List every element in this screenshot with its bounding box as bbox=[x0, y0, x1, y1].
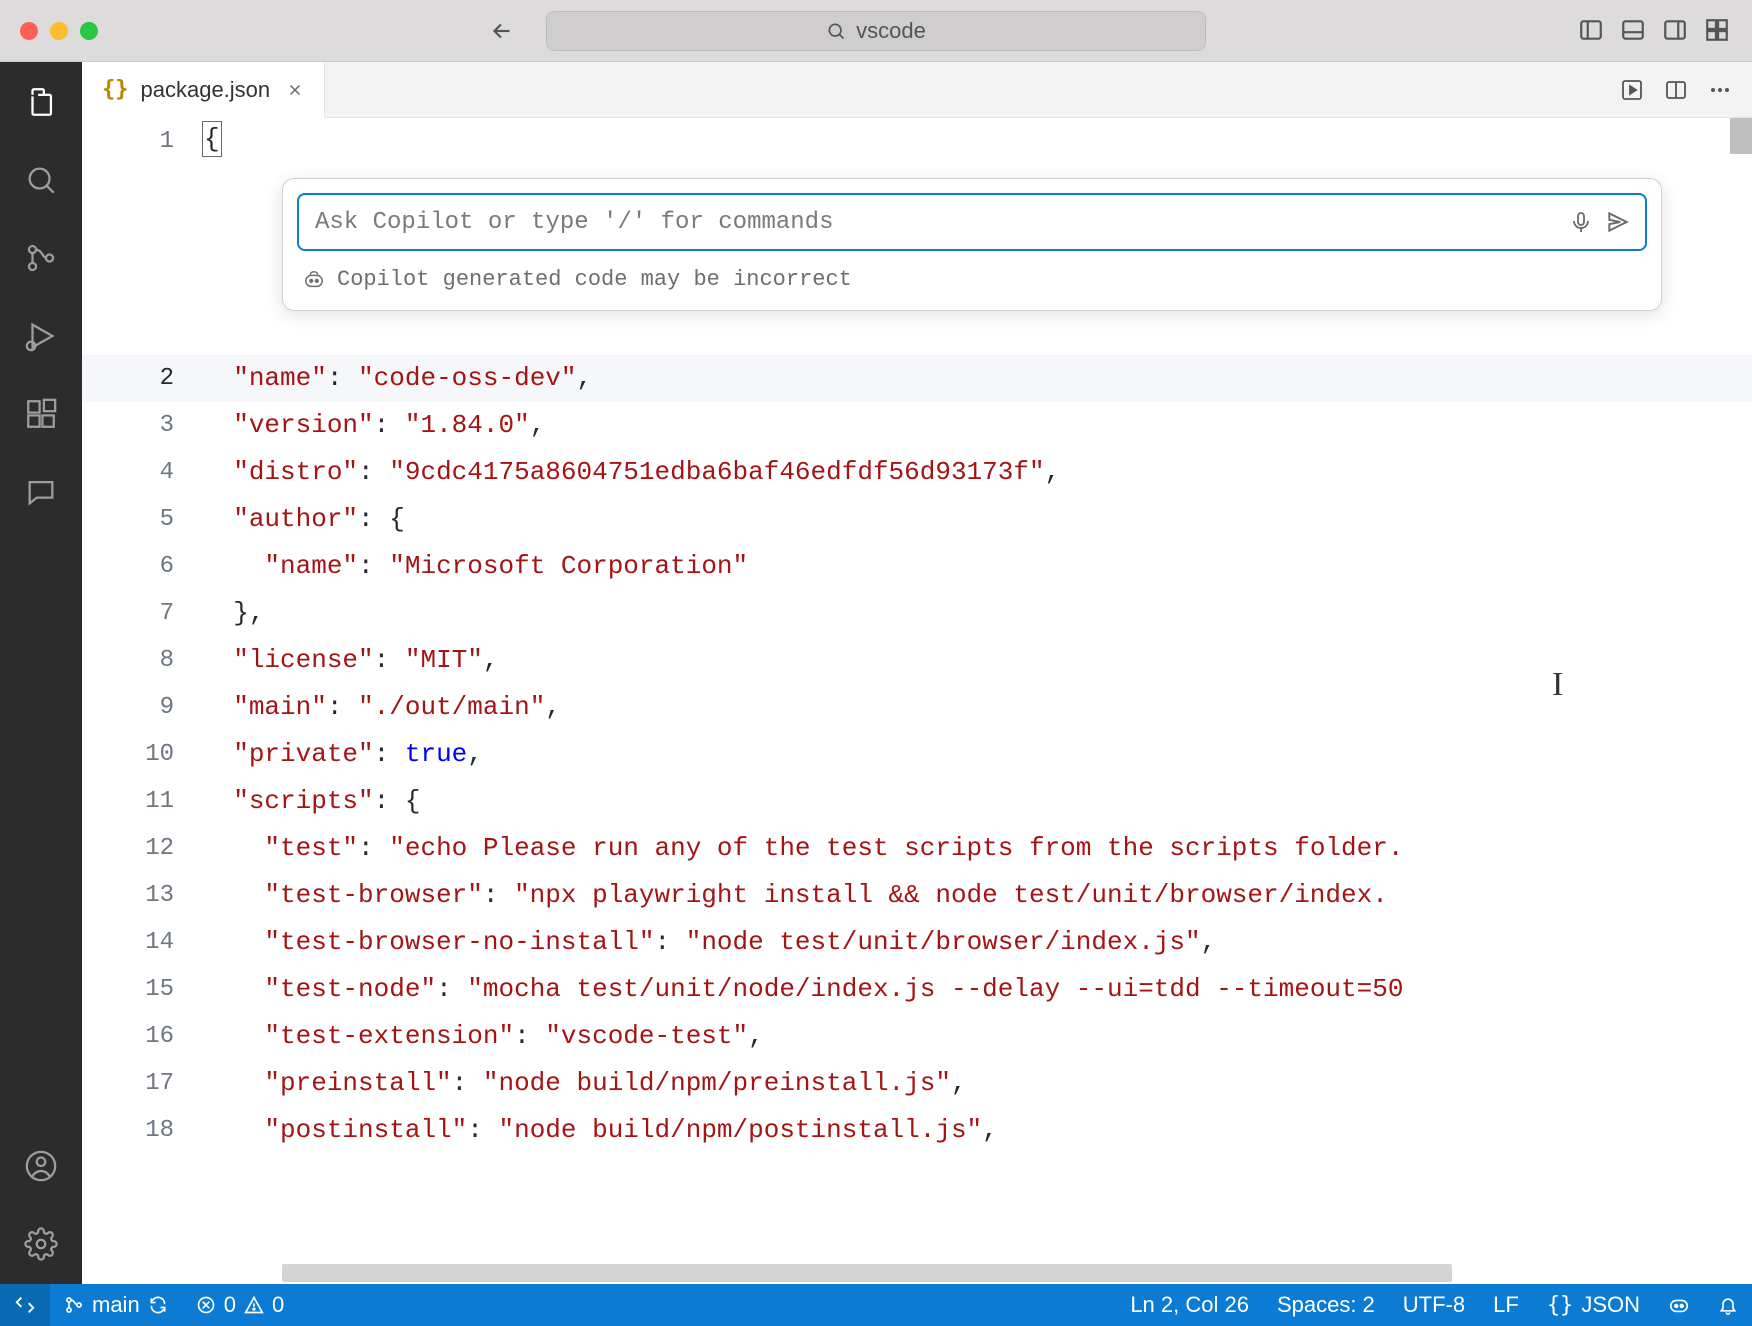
warning-icon bbox=[244, 1295, 264, 1315]
json-file-icon: {} bbox=[102, 77, 129, 102]
line-number: 2 bbox=[82, 355, 202, 402]
microphone-icon[interactable] bbox=[1569, 210, 1593, 234]
search-icon bbox=[826, 21, 846, 41]
source-control-icon[interactable] bbox=[21, 238, 61, 278]
copilot-inline-chat: Copilot generated code may be incorrect bbox=[282, 178, 1662, 311]
explorer-icon[interactable] bbox=[21, 82, 61, 122]
line-number: 14 bbox=[82, 919, 202, 966]
copilot-status-icon[interactable] bbox=[1654, 1284, 1704, 1326]
error-icon bbox=[196, 1295, 216, 1315]
extensions-icon[interactable] bbox=[21, 394, 61, 434]
eol-status[interactable]: LF bbox=[1479, 1284, 1533, 1326]
minimap[interactable] bbox=[1730, 118, 1752, 1284]
minimap-viewport[interactable] bbox=[1730, 118, 1752, 154]
command-center[interactable]: vscode bbox=[546, 11, 1206, 51]
line-number: 16 bbox=[82, 1013, 202, 1060]
customize-layout-button[interactable] bbox=[1704, 17, 1732, 45]
title-bar: vscode bbox=[0, 0, 1752, 62]
toggle-secondary-sidebar-button[interactable] bbox=[1662, 17, 1690, 45]
editor-tab-package-json[interactable]: {} package.json bbox=[82, 62, 325, 118]
problems-status[interactable]: 0 0 bbox=[182, 1284, 299, 1326]
indentation-status[interactable]: Spaces: 2 bbox=[1263, 1284, 1389, 1326]
toggle-primary-sidebar-button[interactable] bbox=[1578, 17, 1606, 45]
copilot-input[interactable] bbox=[313, 208, 1557, 237]
chat-icon[interactable] bbox=[21, 472, 61, 512]
line-number: 8 bbox=[82, 637, 202, 684]
notifications-icon[interactable] bbox=[1704, 1284, 1752, 1326]
line-number: 13 bbox=[82, 872, 202, 919]
accounts-icon[interactable] bbox=[21, 1146, 61, 1186]
line-number: 9 bbox=[82, 684, 202, 731]
copilot-disclaimer: Copilot generated code may be incorrect bbox=[337, 267, 852, 292]
line-number: 7 bbox=[82, 590, 202, 637]
language-mode-status[interactable]: {} JSON bbox=[1533, 1284, 1654, 1326]
editor-tab-bar: {} package.json bbox=[82, 62, 1752, 118]
line-number: 4 bbox=[82, 449, 202, 496]
nav-back-button[interactable] bbox=[488, 17, 516, 45]
minimize-window-button[interactable] bbox=[50, 22, 68, 40]
copilot-icon bbox=[303, 269, 325, 291]
line-number: 10 bbox=[82, 731, 202, 778]
close-tab-button[interactable] bbox=[286, 81, 304, 99]
warning-count: 0 bbox=[272, 1292, 284, 1318]
editor-actions bbox=[1620, 78, 1752, 102]
close-window-button[interactable] bbox=[20, 22, 38, 40]
maximize-window-button[interactable] bbox=[80, 22, 98, 40]
line-number: 3 bbox=[82, 402, 202, 449]
line-number: 11 bbox=[82, 778, 202, 825]
cursor-position-status[interactable]: Ln 2, Col 26 bbox=[1116, 1284, 1263, 1326]
line-number: 17 bbox=[82, 1060, 202, 1107]
tab-label: package.json bbox=[141, 77, 271, 103]
run-debug-icon[interactable] bbox=[21, 316, 61, 356]
error-count: 0 bbox=[224, 1292, 236, 1318]
split-editor-icon[interactable] bbox=[1664, 78, 1688, 102]
git-branch-status[interactable]: main bbox=[50, 1284, 182, 1326]
horizontal-scrollbar[interactable] bbox=[282, 1264, 1452, 1282]
code-editor[interactable]: 1 { 2 "name": "code-oss-dev", 3 "version… bbox=[82, 118, 1752, 1284]
branch-name: main bbox=[92, 1292, 140, 1318]
search-activity-icon[interactable] bbox=[21, 160, 61, 200]
line-number: 1 bbox=[82, 118, 202, 165]
settings-gear-icon[interactable] bbox=[21, 1224, 61, 1264]
line-number: 6 bbox=[82, 543, 202, 590]
line-number: 18 bbox=[82, 1107, 202, 1154]
copilot-input-row bbox=[297, 193, 1647, 251]
line-number: 15 bbox=[82, 966, 202, 1013]
remote-indicator[interactable] bbox=[0, 1284, 50, 1326]
window-controls bbox=[20, 22, 98, 40]
sync-icon[interactable] bbox=[148, 1295, 168, 1315]
command-center-text: vscode bbox=[856, 18, 926, 44]
activity-bar bbox=[0, 62, 82, 1284]
line-number: 5 bbox=[82, 496, 202, 543]
send-icon[interactable] bbox=[1605, 209, 1631, 235]
more-actions-icon[interactable] bbox=[1708, 78, 1732, 102]
toggle-panel-button[interactable] bbox=[1620, 17, 1648, 45]
line-number: 12 bbox=[82, 825, 202, 872]
run-file-icon[interactable] bbox=[1620, 78, 1644, 102]
layout-controls bbox=[1578, 17, 1732, 45]
status-bar: main 0 0 Ln 2, Col 26 Spaces: 2 UTF-8 LF… bbox=[0, 1284, 1752, 1326]
encoding-status[interactable]: UTF-8 bbox=[1389, 1284, 1479, 1326]
